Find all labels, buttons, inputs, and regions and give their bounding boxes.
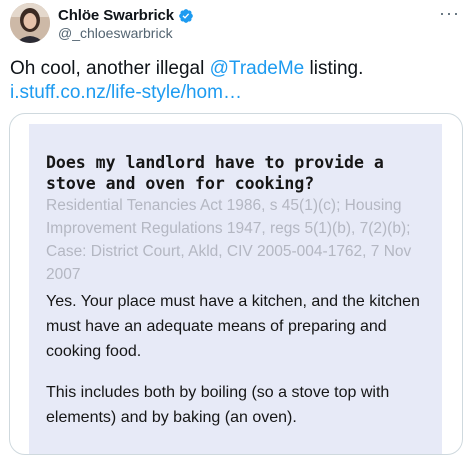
author-handle[interactable]: @_chloeswarbrick: [58, 25, 173, 41]
avatar-photo: [10, 3, 50, 43]
author-name-row: Chlöe Swarbrick: [58, 7, 194, 24]
media-card[interactable]: Does my landlord have to provide a stove…: [9, 113, 463, 455]
author-avatar[interactable]: [10, 3, 50, 43]
card-paragraph-1: Yes. Your place must have a kitchen, and…: [46, 293, 420, 360]
verified-badge-icon: [179, 8, 193, 23]
tweet-text-before: Oh cool, another illegal: [10, 58, 210, 79]
mention-link[interactable]: @TradeMe: [210, 58, 305, 79]
tweet-text: Oh cool, another illegal @TradeMe listin…: [10, 57, 465, 105]
card-question: Does my landlord have to provide a stove…: [46, 153, 384, 193]
card-citation: Residential Tenancies Act 1986, s 45(1)(…: [46, 197, 412, 283]
card-image: Does my landlord have to provide a stove…: [29, 124, 442, 454]
card-paragraph-2: This includes both by boiling (so a stov…: [46, 384, 390, 426]
tweet-text-middle: listing.: [304, 58, 364, 79]
more-options-icon[interactable]: ···: [439, 4, 460, 22]
author-name[interactable]: Chlöe Swarbrick: [58, 7, 174, 24]
url-link[interactable]: i.stuff.co.nz/life-style/hom…: [10, 82, 242, 103]
